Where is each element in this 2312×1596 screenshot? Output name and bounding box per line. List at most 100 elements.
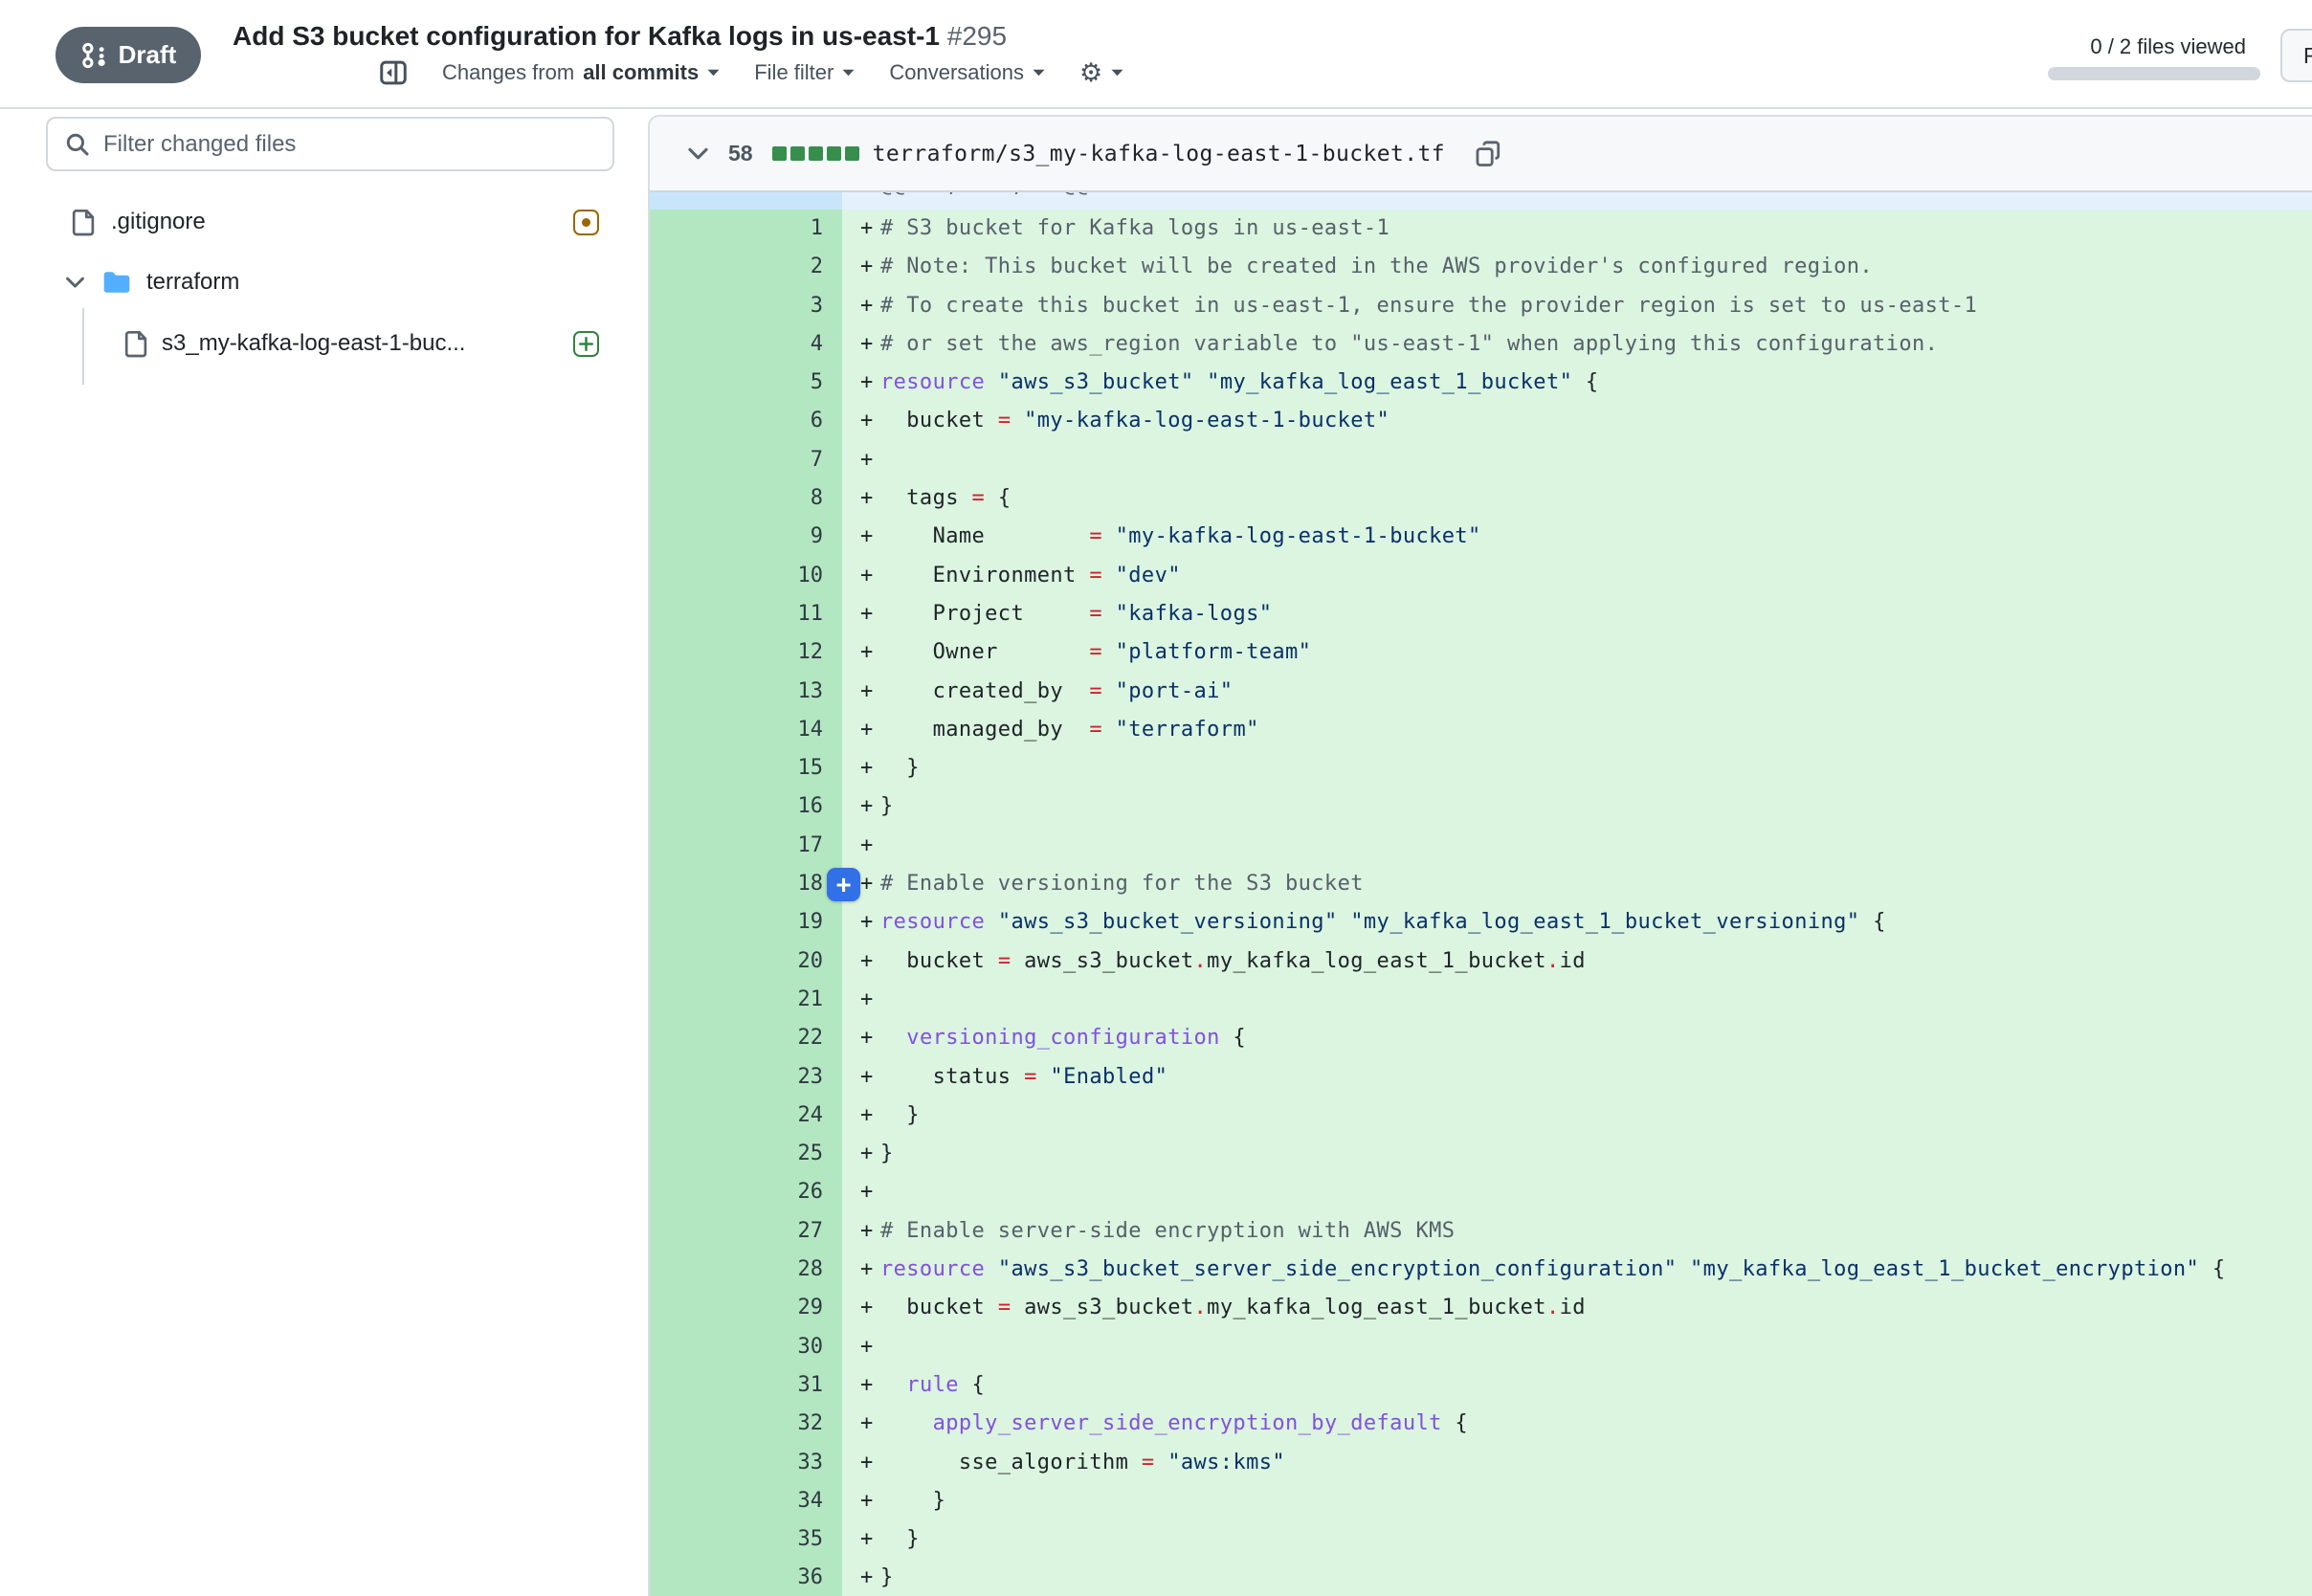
line-content: + Environment = "dev" <box>842 557 2312 595</box>
conversations-dropdown[interactable]: Conversations <box>889 60 1045 85</box>
diffstat-square <box>790 146 805 161</box>
line-content: +} <box>842 1559 2312 1596</box>
line-number[interactable]: 32 <box>650 1405 842 1443</box>
addition-marker: + <box>860 479 880 518</box>
changes-from-dropdown[interactable]: Changes from all commits <box>442 60 720 85</box>
line-content: + bucket = "my-kafka-log-east-1-bucket" <box>842 402 2312 440</box>
code-token: } <box>880 1489 945 1513</box>
line-number[interactable]: 7 <box>650 441 842 479</box>
line-number[interactable]: 11 <box>650 595 842 633</box>
line-number[interactable]: 29 <box>650 1289 842 1327</box>
diff-line-30: 30+ <box>650 1328 2312 1366</box>
line-number[interactable]: 30 <box>650 1328 842 1366</box>
line-number[interactable]: 24 <box>650 1097 842 1135</box>
line-number[interactable]: 14 <box>650 711 842 749</box>
diff-line-17: 17+ <box>650 827 2312 865</box>
code-token <box>1102 602 1116 626</box>
line-number[interactable]: 31 <box>650 1366 842 1405</box>
line-number[interactable]: 3 <box>650 287 842 325</box>
toggle-file-tree-button[interactable] <box>379 59 408 86</box>
diff-line-15: 15+ } <box>650 749 2312 787</box>
code-token: "aws_s3_bucket_versioning" <box>998 910 1338 934</box>
addition-marker: + <box>860 865 880 903</box>
code-token: bucket <box>880 949 998 973</box>
line-content: + Name = "my-kafka-log-east-1-bucket" <box>842 518 2312 556</box>
line-content: +resource "aws_s3_bucket_versioning" "my… <box>842 903 2312 942</box>
code-token: versioning_configuration <box>906 1026 1219 1050</box>
code-token: resource <box>880 370 985 394</box>
code-token: } <box>880 1103 920 1127</box>
line-number[interactable]: 9 <box>650 518 842 556</box>
line-number[interactable]: 22 <box>650 1019 842 1057</box>
code-token: } <box>880 1565 894 1589</box>
line-number[interactable]: 5 <box>650 364 842 402</box>
changes-from-value: all commits <box>583 60 699 85</box>
code-token: = <box>998 409 1012 432</box>
line-number[interactable]: 34 <box>650 1482 842 1520</box>
line-number[interactable]: 21 <box>650 981 842 1019</box>
line-number[interactable]: 18 <box>650 865 842 903</box>
code-token: "my_kafka_log_east_1_bucket_encryption" <box>1690 1257 2199 1281</box>
line-number[interactable]: 4 <box>650 325 842 364</box>
line-content: + } <box>842 1097 2312 1135</box>
line-number[interactable]: 23 <box>650 1058 842 1097</box>
line-number[interactable]: 17 <box>650 827 842 865</box>
diff-settings-dropdown[interactable]: ⚙ <box>1079 60 1123 86</box>
file-path-link[interactable]: terraform/s3_my-kafka-log-east-1-bucket.… <box>873 142 1445 166</box>
line-number[interactable]: 2 <box>650 248 842 286</box>
code-token: = <box>998 949 1012 973</box>
collapse-file-button[interactable] <box>687 147 709 161</box>
code-token: "my_kafka_log_east_1_bucket" <box>1207 370 1572 394</box>
code-token: Owner <box>880 640 1089 664</box>
tree-item-gitignore[interactable]: .gitignore <box>0 194 632 250</box>
code-token: "aws:kms" <box>1167 1451 1285 1474</box>
line-number[interactable]: 35 <box>650 1520 842 1559</box>
code-token: status <box>880 1065 1024 1089</box>
line-number[interactable]: 16 <box>650 787 842 826</box>
line-number[interactable]: 19 <box>650 903 842 942</box>
review-changes-button[interactable]: R <box>2280 29 2312 82</box>
diff-line-27: 27+# Enable server-side encryption with … <box>650 1212 2312 1251</box>
line-content: + Owner = "platform-team" <box>842 633 2312 672</box>
line-number[interactable]: 33 <box>650 1444 842 1482</box>
code-token: resource <box>880 1257 985 1281</box>
line-number[interactable]: 36 <box>650 1559 842 1596</box>
diff-line-16: 16+} <box>650 787 2312 826</box>
line-number[interactable]: 6 <box>650 402 842 440</box>
diff-line-7: 7+ <box>650 441 2312 479</box>
code-token: rule <box>906 1373 959 1397</box>
code-token: # To create this bucket in us-east-1, en… <box>880 294 1977 318</box>
code-token <box>985 1257 998 1281</box>
addition-marker: + <box>860 749 880 787</box>
addition-marker: + <box>860 1444 880 1482</box>
line-number[interactable]: 13 <box>650 673 842 711</box>
code-token <box>880 1026 906 1050</box>
line-number[interactable]: 8 <box>650 479 842 518</box>
added-status-badge <box>573 331 599 357</box>
line-number[interactable]: 12 <box>650 633 842 672</box>
file-filter-dropdown[interactable]: File filter <box>754 60 855 85</box>
line-number[interactable]: 25 <box>650 1135 842 1173</box>
addition-marker: + <box>860 557 880 595</box>
copy-path-button[interactable] <box>1476 141 1501 167</box>
code-token <box>1102 524 1116 548</box>
line-number[interactable]: 28 <box>650 1251 842 1289</box>
code-token: # Note: This bucket will be created in t… <box>880 255 1873 278</box>
code-token: resource <box>880 910 985 934</box>
line-number[interactable]: 20 <box>650 942 842 981</box>
line-number[interactable]: 27 <box>650 1212 842 1251</box>
add-line-comment-button[interactable]: + <box>827 868 860 901</box>
addition-marker: + <box>860 1097 880 1135</box>
filter-changed-files-input[interactable] <box>103 131 612 158</box>
line-number[interactable]: 1 <box>650 210 842 248</box>
line-number[interactable]: 10 <box>650 557 842 595</box>
line-number[interactable]: 15 <box>650 749 842 787</box>
tree-item-s3-bucket-file[interactable]: s3_my-kafka-log-east-1-buc... <box>0 316 632 371</box>
tree-item-terraform-folder[interactable]: terraform <box>0 255 632 310</box>
diff-line-29: 29+ bucket = aws_s3_bucket.my_kafka_log_… <box>650 1289 2312 1327</box>
line-number[interactable]: 26 <box>650 1173 842 1211</box>
code-token: = <box>1089 564 1102 587</box>
pr-header: Draft Add S3 bucket configuration for Ka… <box>0 0 2312 109</box>
line-content: +} <box>842 1135 2312 1173</box>
code-token: } <box>880 1142 894 1165</box>
